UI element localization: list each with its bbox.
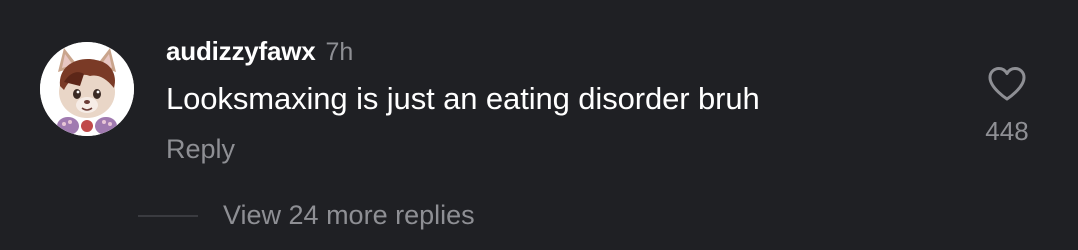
- timestamp: 7h: [325, 38, 354, 66]
- comment-text: Looksmaxing is just an eating disorder b…: [166, 81, 760, 116]
- like-section: 448: [972, 62, 1042, 152]
- comment-item: audizzyfawx 7h Looksmaxing is just an ea…: [0, 0, 1078, 250]
- avatar-illustration: [40, 42, 134, 136]
- reply-button[interactable]: Reply: [166, 134, 235, 165]
- username[interactable]: audizzyfawx: [166, 36, 316, 67]
- replies-divider: [138, 215, 198, 217]
- like-count: 448: [985, 116, 1029, 146]
- view-more-replies-button[interactable]: View 24 more replies: [223, 200, 475, 231]
- like-button[interactable]: [985, 62, 1029, 106]
- avatar[interactable]: [40, 42, 134, 136]
- comment-header: audizzyfawx 7h: [166, 36, 353, 70]
- heart-outline-icon: [988, 67, 1026, 101]
